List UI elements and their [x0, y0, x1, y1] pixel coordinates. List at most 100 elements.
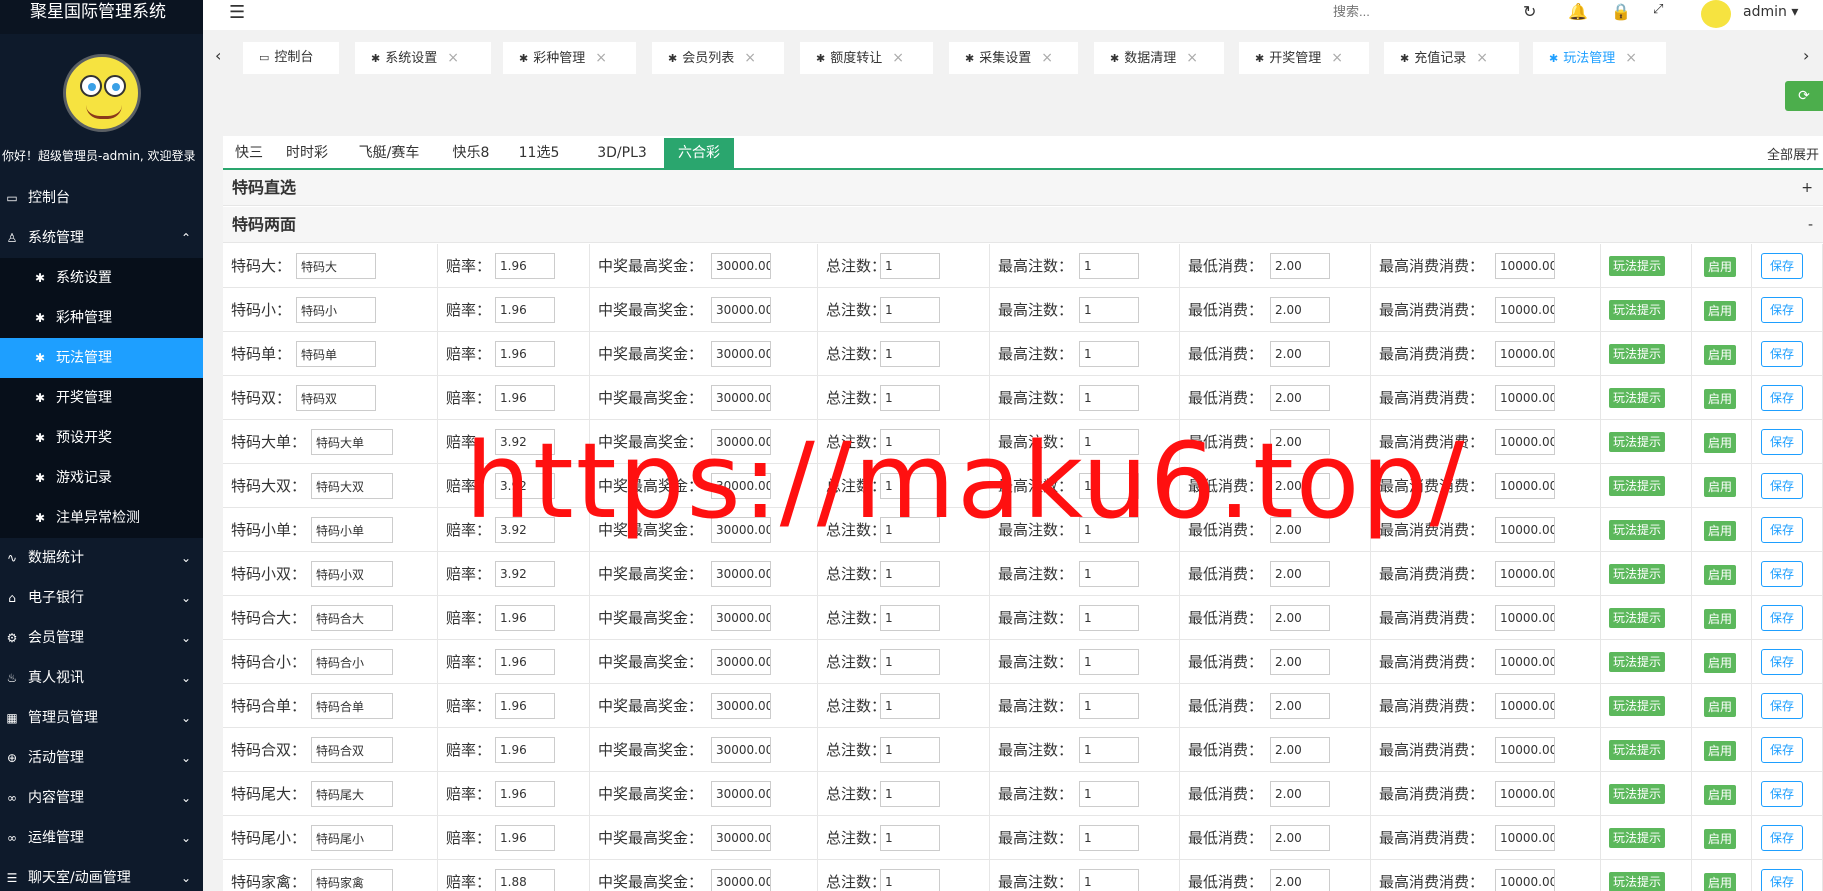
max-spend-input[interactable]: [1495, 737, 1555, 763]
play-tip-button[interactable]: 玩法提示: [1609, 344, 1666, 364]
tab[interactable]: ✱ 会员列表 ×: [652, 42, 784, 74]
lottery-tab[interactable]: 飞艇/赛车: [339, 138, 439, 168]
name-input[interactable]: [311, 869, 393, 891]
tab[interactable]: ✱ 充值记录 ×: [1384, 42, 1519, 74]
odds-input[interactable]: [495, 605, 555, 631]
min-spend-input[interactable]: [1270, 561, 1330, 587]
sidebar-item[interactable]: ☰ 聊天室/动画管理 ⌄: [0, 858, 203, 891]
enable-button[interactable]: 启用: [1704, 565, 1737, 585]
play-tip-button[interactable]: 玩法提示: [1609, 828, 1666, 848]
sidebar-item[interactable]: ✱ 玩法管理: [0, 338, 203, 378]
max-prize-input[interactable]: [711, 605, 771, 631]
max-prize-input[interactable]: [711, 253, 771, 279]
max-bets-input[interactable]: [1079, 649, 1139, 675]
user-avatar[interactable]: [1701, 0, 1731, 28]
min-spend-input[interactable]: [1270, 781, 1330, 807]
name-input[interactable]: [296, 341, 376, 367]
total-bets-input[interactable]: [880, 825, 940, 851]
sidebar-item[interactable]: ✱ 注单异常检测: [0, 498, 203, 538]
odds-input[interactable]: [495, 385, 555, 411]
min-spend-input[interactable]: [1270, 869, 1330, 891]
max-prize-input[interactable]: [711, 341, 771, 367]
enable-button[interactable]: 启用: [1704, 389, 1737, 409]
avatar[interactable]: [62, 54, 141, 132]
max-bets-input[interactable]: [1079, 737, 1139, 763]
enable-button[interactable]: 启用: [1704, 829, 1737, 849]
tab[interactable]: ✱ 采集设置 ×: [949, 42, 1078, 74]
enable-button[interactable]: 启用: [1704, 609, 1737, 629]
max-spend-input[interactable]: [1495, 605, 1555, 631]
total-bets-input[interactable]: [880, 253, 940, 279]
name-input[interactable]: [311, 429, 393, 455]
max-spend-input[interactable]: [1495, 649, 1555, 675]
sidebar-item[interactable]: ✱ 系统设置: [0, 258, 203, 298]
max-prize-input[interactable]: [711, 737, 771, 763]
max-prize-input[interactable]: [711, 649, 771, 675]
sidebar-item[interactable]: ⊕ 活动管理 ⌄: [0, 738, 203, 778]
min-spend-input[interactable]: [1270, 825, 1330, 851]
max-spend-input[interactable]: [1495, 517, 1555, 543]
save-button[interactable]: 保存: [1761, 693, 1804, 719]
enable-button[interactable]: 启用: [1704, 301, 1737, 321]
max-bets-input[interactable]: [1079, 693, 1139, 719]
tab[interactable]: ✱ 玩法管理 ×: [1533, 42, 1666, 74]
enable-button[interactable]: 启用: [1704, 785, 1737, 805]
odds-input[interactable]: [495, 341, 555, 367]
odds-input[interactable]: [495, 297, 555, 323]
lottery-tab[interactable]: 3D/PL3: [575, 138, 669, 168]
total-bets-input[interactable]: [880, 605, 940, 631]
max-spend-input[interactable]: [1495, 693, 1555, 719]
odds-input[interactable]: [495, 649, 555, 675]
save-button[interactable]: 保存: [1761, 649, 1804, 675]
total-bets-input[interactable]: [880, 693, 940, 719]
total-bets-input[interactable]: [880, 517, 940, 543]
min-spend-input[interactable]: [1270, 253, 1330, 279]
expand-all-button[interactable]: 全部展开: [1767, 144, 1819, 163]
lottery-tab[interactable]: 时时彩: [275, 138, 339, 168]
tab-next-icon[interactable]: ›: [1803, 46, 1809, 65]
save-button[interactable]: 保存: [1761, 341, 1804, 367]
save-button[interactable]: 保存: [1761, 561, 1804, 587]
tab[interactable]: ✱ 彩种管理 ×: [503, 42, 636, 74]
sidebar-item[interactable]: ♙ 系统管理 ⌃: [0, 218, 203, 258]
max-prize-input[interactable]: [711, 781, 771, 807]
enable-button[interactable]: 启用: [1704, 741, 1737, 761]
bell-icon[interactable]: 🔔: [1568, 2, 1588, 21]
close-icon[interactable]: ×: [892, 50, 904, 66]
play-tip-button[interactable]: 玩法提示: [1609, 432, 1666, 452]
sidebar-item[interactable]: ∞ 运维管理 ⌄: [0, 818, 203, 858]
enable-button[interactable]: 启用: [1704, 521, 1737, 541]
min-spend-input[interactable]: [1270, 429, 1330, 455]
save-button[interactable]: 保存: [1761, 297, 1804, 323]
max-prize-input[interactable]: [711, 561, 771, 587]
max-prize-input[interactable]: [711, 869, 771, 891]
save-button[interactable]: 保存: [1761, 517, 1804, 543]
play-tip-button[interactable]: 玩法提示: [1609, 608, 1666, 628]
play-tip-button[interactable]: 玩法提示: [1609, 300, 1666, 320]
close-icon[interactable]: ×: [447, 50, 459, 66]
play-tip-button[interactable]: 玩法提示: [1609, 388, 1666, 408]
min-spend-input[interactable]: [1270, 649, 1330, 675]
min-spend-input[interactable]: [1270, 517, 1330, 543]
name-input[interactable]: [311, 517, 393, 543]
max-bets-input[interactable]: [1079, 429, 1139, 455]
tab[interactable]: ✱ 额度转让 ×: [800, 42, 933, 74]
odds-input[interactable]: [495, 561, 555, 587]
odds-input[interactable]: [495, 473, 555, 499]
tab-prev-icon[interactable]: ‹: [215, 46, 221, 65]
max-bets-input[interactable]: [1079, 473, 1139, 499]
max-bets-input[interactable]: [1079, 825, 1139, 851]
max-spend-input[interactable]: [1495, 429, 1555, 455]
sidebar-item[interactable]: ∞ 内容管理 ⌄: [0, 778, 203, 818]
name-input[interactable]: [311, 825, 393, 851]
tab[interactable]: ▭ 控制台: [243, 42, 339, 74]
max-bets-input[interactable]: [1079, 297, 1139, 323]
enable-button[interactable]: 启用: [1704, 433, 1737, 453]
max-spend-input[interactable]: [1495, 385, 1555, 411]
name-input[interactable]: [311, 781, 393, 807]
odds-input[interactable]: [495, 737, 555, 763]
odds-input[interactable]: [495, 869, 555, 891]
play-tip-button[interactable]: 玩法提示: [1609, 476, 1666, 496]
min-spend-input[interactable]: [1270, 385, 1330, 411]
sidebar-item[interactable]: ✱ 彩种管理: [0, 298, 203, 338]
